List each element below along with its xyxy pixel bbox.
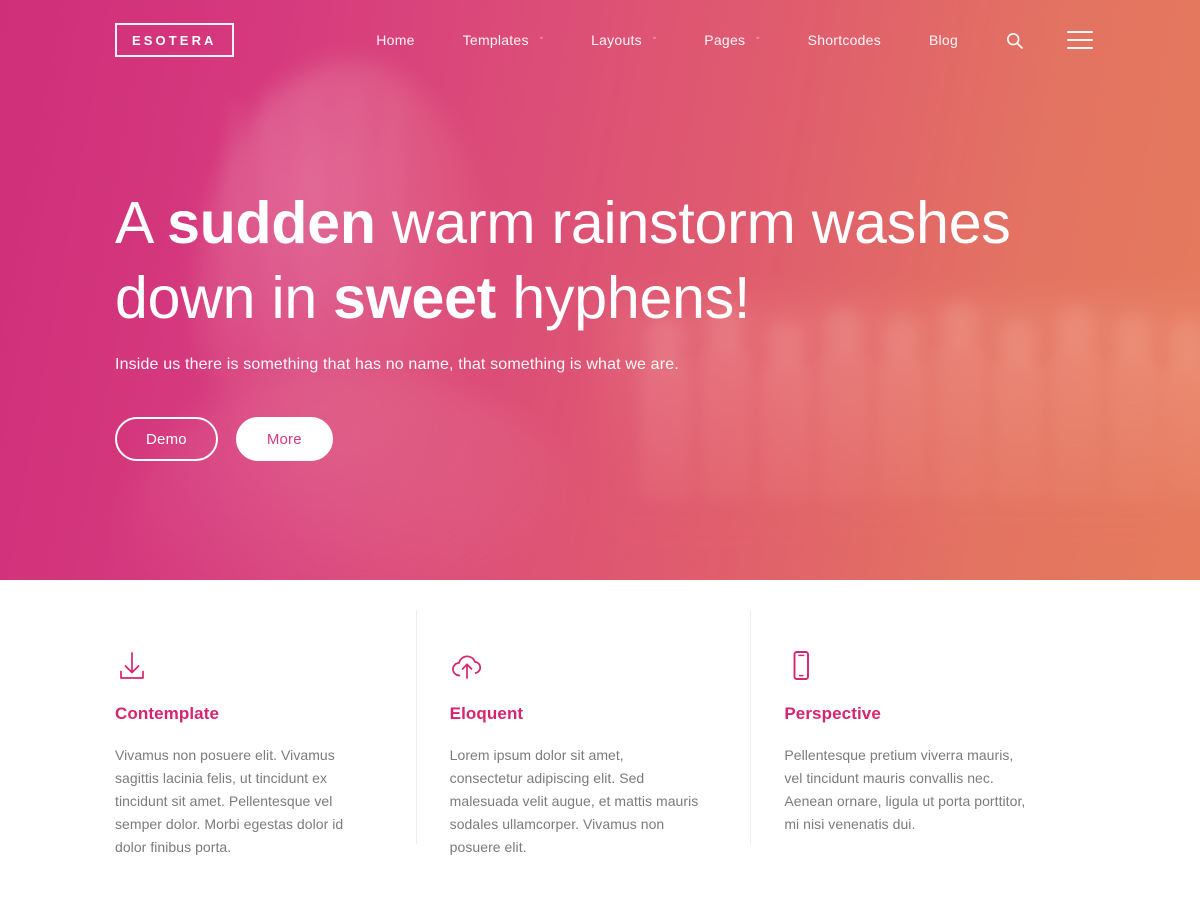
hero-headline-text: warm rainstorm washes [375, 190, 1011, 256]
hamburger-icon[interactable] [1067, 31, 1093, 49]
hero-content: A sudden warm rainstorm washes down in s… [115, 186, 1065, 461]
chevron-down-icon: ˇ [653, 36, 657, 46]
feature-title: Eloquent [449, 704, 524, 723]
nav-item-templates[interactable]: Templates ˇ [463, 32, 543, 48]
nav-item-pages[interactable]: Pages ˇ [704, 32, 759, 48]
hero-bg-figure [1108, 348, 1160, 500]
more-button[interactable]: More [235, 417, 333, 461]
download-icon [115, 648, 366, 682]
hero-subtitle: Inside us there is something that has no… [115, 356, 679, 373]
hero-section: ESOTERA Home Templates ˇ Layouts ˇ Pages… [0, 0, 1200, 580]
chevron-down-icon: ˇ [756, 36, 760, 46]
nav-item-label: Blog [928, 32, 958, 48]
feature-text: Pellentesque pretium viverra mauris, vel… [784, 747, 1026, 832]
hero-headline-emphasis: sudden [167, 190, 376, 256]
feature-text: Vivamus non posuere elit. Vivamus sagitt… [115, 747, 344, 855]
site-logo[interactable]: ESOTERA [115, 23, 234, 57]
hero-bg-figure [1162, 354, 1200, 500]
feature-title: Contemplate [115, 704, 220, 723]
nav-item-label: Layouts [591, 32, 642, 48]
nav-item-label: Pages [704, 32, 746, 48]
hamburger-bar [1067, 39, 1093, 41]
feature-card-eloquent: Eloquent Lorem ipsum dolor sit amet, con… [415, 610, 751, 900]
feature-card-perspective: Perspective Pellentesque pretium viverra… [750, 610, 1085, 900]
mobile-icon [784, 648, 1035, 682]
hero-headline-text: A [115, 190, 168, 256]
hero-headline-emphasis: sweet [333, 265, 497, 331]
cloud-upload-icon [450, 648, 701, 682]
chevron-down-icon: ˇ [539, 36, 544, 46]
nav-item-layouts[interactable]: Layouts ˇ [591, 32, 656, 48]
hero-headline-line-1: A sudden warm rainstorm washes [115, 186, 1065, 261]
features-section: Contemplate Vivamus non posuere elit. Vi… [0, 580, 1200, 900]
feature-title: Perspective [784, 704, 881, 723]
main-navigation: ESOTERA Home Templates ˇ Layouts ˇ Pages… [0, 0, 1200, 80]
nav-menu: Home Templates ˇ Layouts ˇ Pages ˇ Short… [376, 31, 1093, 49]
nav-item-home[interactable]: Home [376, 32, 414, 48]
demo-button[interactable]: Demo [115, 417, 218, 461]
nav-item-label: Shortcodes [807, 32, 881, 48]
feature-card-contemplate: Contemplate Vivamus non posuere elit. Vi… [115, 648, 416, 900]
hero-headline-line-2: down in sweet hyphens! [115, 261, 1065, 336]
hero-button-group: Demo More [115, 417, 1065, 461]
nav-item-shortcodes[interactable]: Shortcodes [808, 32, 881, 48]
hamburger-bar [1067, 47, 1093, 49]
nav-item-label: Home [376, 32, 415, 48]
nav-item-blog[interactable]: Blog [929, 32, 958, 48]
search-icon[interactable] [1006, 32, 1023, 49]
hero-headline-text: hyphens! [496, 265, 751, 331]
nav-item-label: Templates [462, 32, 529, 48]
hero-headline-text: down in [115, 265, 334, 331]
hamburger-bar [1067, 31, 1093, 33]
feature-text: Lorem ipsum dolor sit amet, consectetur … [449, 747, 699, 855]
